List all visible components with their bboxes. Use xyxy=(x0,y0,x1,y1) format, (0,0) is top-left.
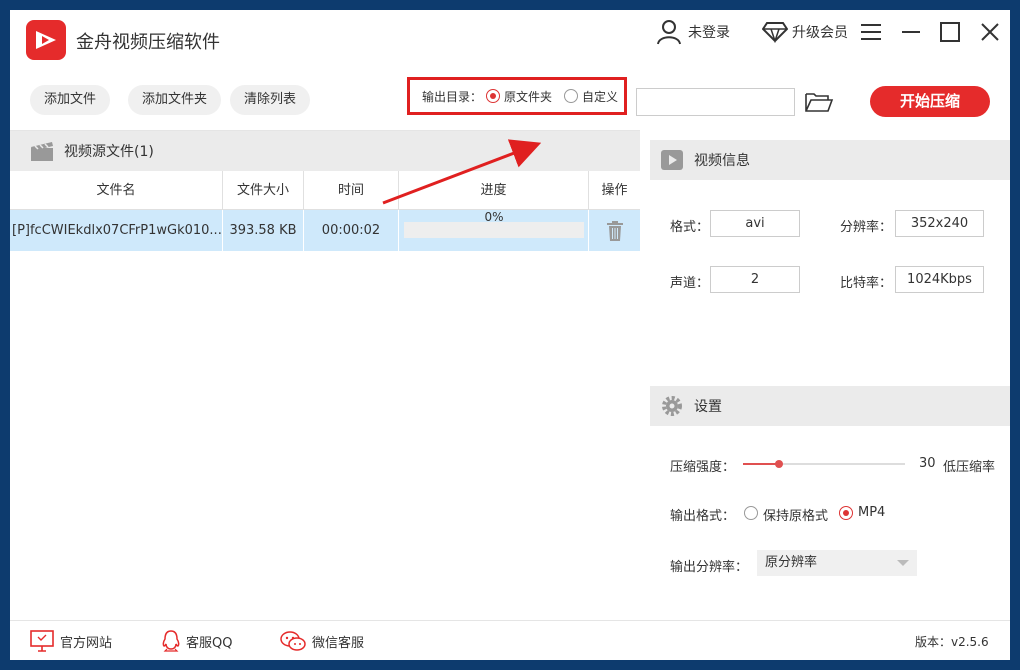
col-filesize: 文件大小 xyxy=(223,171,304,209)
title-bar: 金舟视频压缩软件 未登录 升级会员 xyxy=(10,10,1010,72)
file-list-title: 视频源文件(1) xyxy=(64,144,154,160)
slider-handle[interactable] xyxy=(774,460,783,468)
trash-icon xyxy=(606,220,623,241)
output-path-input[interactable] xyxy=(636,88,795,116)
maximize-button[interactable] xyxy=(937,18,963,46)
format-keep-radio[interactable] xyxy=(744,506,758,520)
output-directory-group: 输出目录： 原文件夹 自定义 xyxy=(407,77,627,115)
qq-support-link[interactable]: 客服QQ xyxy=(162,630,232,652)
col-action: 操作 xyxy=(601,183,628,198)
right-panel: 视频信息 格式： avi 分辨率： 352x240 声道： 2 比特率： 102… xyxy=(650,140,1010,576)
video-info-header: 视频信息 xyxy=(650,140,1010,180)
format-mp4-radio[interactable] xyxy=(839,506,853,520)
login-button[interactable]: 未登录 xyxy=(656,18,730,46)
user-icon xyxy=(657,20,681,45)
bitrate-value: 1024Kbps xyxy=(895,266,984,293)
app-logo-icon xyxy=(26,20,66,60)
compression-slider[interactable] xyxy=(743,460,905,468)
col-duration: 时间 xyxy=(304,171,399,209)
channel-value: 2 xyxy=(710,266,800,293)
qq-icon xyxy=(162,630,180,652)
upgrade-vip-button[interactable]: 升级会员 xyxy=(762,18,848,46)
output-format-label: 输出格式： xyxy=(670,509,736,524)
add-file-button[interactable]: 添加文件 xyxy=(30,85,111,115)
table-row[interactable]: [P]fcCWIEkdlx07CFrP1wGk010... 393.58 KB … xyxy=(10,210,640,251)
settings-title: 设置 xyxy=(694,399,722,415)
delete-file-button[interactable] xyxy=(589,210,640,251)
progress-bar: 0% xyxy=(404,210,584,238)
vip-label: 升级会员 xyxy=(792,25,848,41)
bitrate-label: 比特率： xyxy=(840,276,893,291)
login-label: 未登录 xyxy=(688,25,730,41)
format-value: avi xyxy=(710,210,800,237)
slider-fill xyxy=(743,463,779,465)
qq-label: 客服QQ xyxy=(186,635,233,651)
maximize-icon xyxy=(940,22,960,42)
footer: 官方网站 客服QQ 微信客服 版本：v2.5.6 xyxy=(10,620,1010,660)
folder-open-icon xyxy=(805,93,834,112)
progress-text: 0% xyxy=(484,210,504,224)
resolution-select-value: 原分辨率 xyxy=(765,555,818,570)
channel-label: 声道： xyxy=(670,276,710,291)
hamburger-icon xyxy=(861,24,881,40)
play-icon xyxy=(661,150,683,170)
clear-list-button[interactable]: 清除列表 xyxy=(230,85,311,115)
output-resolution-select[interactable]: 原分辨率 xyxy=(757,550,917,576)
file-progress-cell: 0% xyxy=(399,210,589,251)
wechat-label: 微信客服 xyxy=(312,635,365,651)
format-keep-label[interactable]: 保持原格式 xyxy=(763,505,828,524)
website-link[interactable]: 官方网站 xyxy=(30,630,112,652)
menu-button[interactable] xyxy=(858,18,884,46)
file-duration-cell: 00:00:02 xyxy=(304,210,399,251)
monitor-icon xyxy=(30,630,54,652)
browse-folder-button[interactable] xyxy=(804,90,834,114)
format-label: 格式： xyxy=(670,220,710,235)
col-progress: 进度 xyxy=(399,171,589,209)
output-dir-label: 输出目录： xyxy=(422,89,483,104)
col-filename: 文件名 xyxy=(10,171,223,209)
version-label: 版本：v2.5.6 xyxy=(915,635,989,649)
wechat-icon xyxy=(280,631,306,651)
app-title: 金舟视频压缩软件 xyxy=(76,32,220,53)
gear-icon xyxy=(662,396,682,416)
chevron-down-icon xyxy=(897,560,909,566)
strength-value: 30 xyxy=(919,456,936,471)
clapperboard-icon xyxy=(31,142,53,161)
wechat-support-link[interactable]: 微信客服 xyxy=(280,630,364,652)
file-table-header: 文件名 文件大小 时间 进度 操作 xyxy=(10,171,640,210)
format-mp4-label[interactable]: MP4 xyxy=(858,505,885,520)
strength-desc: 低压缩率 xyxy=(943,460,996,475)
start-compress-button[interactable]: 开始压缩 xyxy=(870,86,990,117)
add-folder-button[interactable]: 添加文件夹 xyxy=(128,85,222,115)
strength-label: 压缩强度： xyxy=(670,460,736,475)
output-custom-radio[interactable] xyxy=(564,89,579,103)
website-label: 官方网站 xyxy=(60,635,113,651)
minimize-button[interactable] xyxy=(898,18,924,46)
app-window: 金舟视频压缩软件 未登录 升级会员 添加文件 添加文件夹 清除列表 输出目录： xyxy=(10,10,1010,660)
output-source-label[interactable]: 原文件夹 xyxy=(504,88,552,105)
file-list-panel: 视频源文件(1) 文件名 文件大小 时间 进度 操作 [P]fcCWIEkdlx… xyxy=(10,130,640,620)
close-button[interactable] xyxy=(977,18,1003,46)
resolution-value: 352x240 xyxy=(895,210,984,237)
toolbar: 添加文件 添加文件夹 清除列表 输出目录： 原文件夹 自定义 开始压缩 xyxy=(10,72,1010,130)
file-list-header: 视频源文件(1) xyxy=(10,131,640,171)
video-info-title: 视频信息 xyxy=(694,153,750,169)
file-size-cell: 393.58 KB xyxy=(223,210,304,251)
output-source-radio[interactable] xyxy=(486,89,501,103)
output-custom-label[interactable]: 自定义 xyxy=(582,88,618,105)
output-resolution-label: 输出分辨率： xyxy=(670,560,749,575)
minimize-icon xyxy=(902,31,920,33)
resolution-label: 分辨率： xyxy=(840,220,893,235)
close-icon xyxy=(981,23,999,41)
settings-header: 设置 xyxy=(650,386,1010,426)
file-name-cell: [P]fcCWIEkdlx07CFrP1wGk010... xyxy=(10,210,223,251)
diamond-icon xyxy=(762,22,788,43)
